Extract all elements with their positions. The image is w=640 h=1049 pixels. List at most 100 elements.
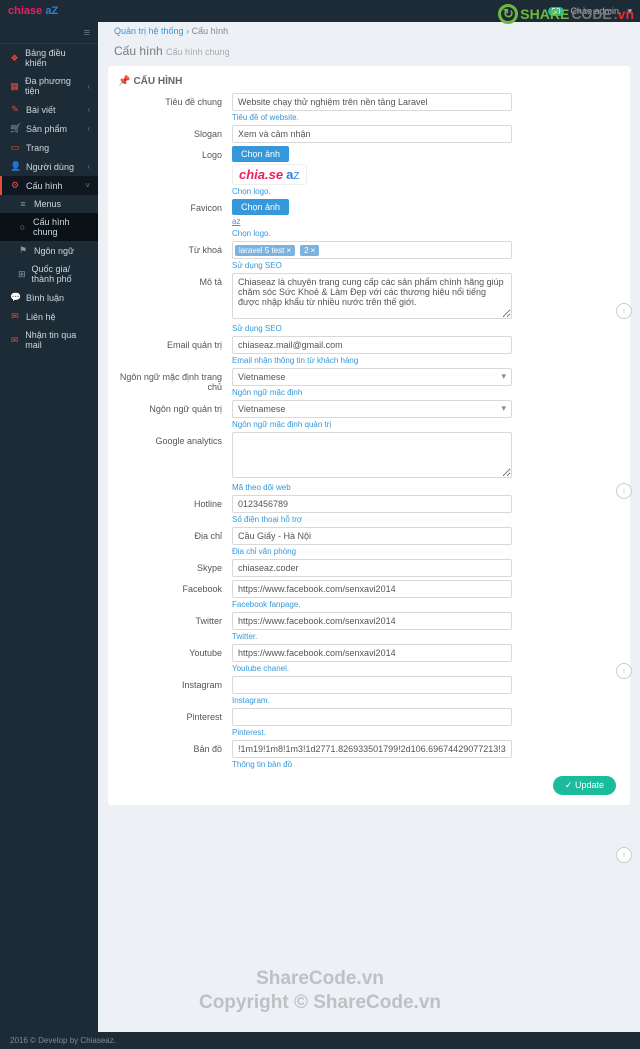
page-title: Cấu hình Cấu hình chung — [104, 40, 634, 66]
sidebar-item-comments[interactable]: 💬Bình luận — [0, 288, 98, 307]
chevron-left-icon: ‹ — [87, 105, 90, 114]
edit-icon: ✎ — [10, 104, 20, 115]
chevron-left-icon: ‹ — [87, 162, 90, 171]
label-youtube: Youtube — [118, 644, 232, 658]
menu-icon: ≡ — [84, 27, 90, 39]
skype-input[interactable] — [232, 559, 512, 577]
tags-input[interactable]: laravel 5 test× 2× — [232, 241, 512, 259]
flag-icon: ⚑ — [18, 245, 28, 256]
site-lang-select[interactable]: Vietnamese — [232, 368, 512, 386]
arrow-up-icon: ↑ — [622, 850, 627, 860]
sidebar-item-dashboard[interactable]: ❖Bảng điều khiển — [0, 44, 98, 72]
address-input[interactable] — [232, 527, 512, 545]
admin-lang-select[interactable]: Vietnamese — [232, 400, 512, 418]
sidebar-sub-language[interactable]: ⚑Ngôn ngữ — [0, 241, 98, 260]
mail-icon: ✉ — [10, 311, 20, 322]
logo-preview: chia.se aZ — [232, 164, 307, 185]
breadcrumb: Quản trị hệ thống › Cấu hình — [104, 22, 634, 40]
help-text: Twitter. — [232, 630, 620, 641]
scroll-top-button[interactable]: ↑ — [616, 303, 632, 319]
choose-logo-button[interactable]: Chọn ảnh — [232, 146, 289, 162]
sidebar-sub-general-config[interactable]: ○Cấu hình chung — [0, 213, 98, 241]
help-text: Email nhận thông tin từ khách hàng — [232, 354, 620, 365]
chevron-down-icon: ˅ — [85, 181, 90, 190]
arrow-up-icon: ↑ — [622, 306, 627, 316]
sidebar: ≡ ❖Bảng điều khiển ▦Đa phương tiện‹ ✎Bài… — [0, 22, 98, 1032]
tag: 2× — [300, 245, 319, 256]
tag-remove-icon[interactable]: × — [286, 246, 291, 255]
arrow-up-icon: ↑ — [622, 486, 627, 496]
instagram-input[interactable] — [232, 676, 512, 694]
label-admin-lang: Ngôn ngữ quản trị — [118, 400, 232, 414]
sidebar-item-media[interactable]: ▦Đa phương tiện‹ — [0, 72, 98, 100]
help-text: Địa chỉ văn phòng — [232, 545, 620, 556]
label-address: Địa chỉ — [118, 527, 232, 541]
description-textarea[interactable]: Chiaseaz là chuyên trang cung cấp các sả… — [232, 273, 512, 319]
label-twitter: Twitter — [118, 612, 232, 626]
map-input[interactable] — [232, 740, 512, 758]
list-icon: ≡ — [18, 199, 28, 209]
help-text: Chọn logo. — [232, 185, 620, 196]
chevron-left-icon: ‹ — [87, 82, 90, 91]
favicon-preview: az — [232, 217, 240, 226]
pin-icon: 📌 — [118, 76, 130, 87]
breadcrumb-link[interactable]: Quản trị hệ thống — [114, 26, 184, 36]
footer: 2016 © Develop by Chiaseaz. — [0, 1032, 640, 1049]
label-keywords: Từ khoá — [118, 241, 232, 255]
scroll-top-button[interactable]: ↑ — [616, 663, 632, 679]
update-button[interactable]: ✓ Update — [553, 776, 616, 795]
youtube-input[interactable] — [232, 644, 512, 662]
help-text: Pinterest. — [232, 726, 620, 737]
tag: laravel 5 test× — [235, 245, 295, 256]
help-text: Ngôn ngữ mặc định — [232, 386, 620, 397]
help-text: Chọn logo. — [232, 227, 620, 238]
brand-logo[interactable]: chiase aZ — [8, 5, 58, 17]
sidebar-sub-country[interactable]: ⊞Quốc gia/ thành phố — [0, 260, 98, 288]
sharecode-watermark-logo: SHARECODE.vn — [498, 4, 634, 24]
sidebar-item-products[interactable]: 🛒Sản phẩm‹ — [0, 119, 98, 138]
choose-favicon-button[interactable]: Chọn ảnh — [232, 199, 289, 215]
help-text: Instagram. — [232, 694, 620, 705]
pinterest-input[interactable] — [232, 708, 512, 726]
sidebar-item-newsletter[interactable]: ✉Nhận tin qua mail — [0, 326, 98, 354]
ga-textarea[interactable] — [232, 432, 512, 478]
hotline-input[interactable] — [232, 495, 512, 513]
help-text: Youtube chanel. — [232, 662, 620, 673]
scroll-top-button[interactable]: ↑ — [616, 483, 632, 499]
help-text: Số điện thoại hỗ trợ — [232, 513, 620, 524]
sidebar-toggle[interactable]: ≡ — [0, 22, 98, 44]
sidebar-item-posts[interactable]: ✎Bài viết‹ — [0, 100, 98, 119]
dashboard-icon: ❖ — [10, 53, 19, 64]
help-text: Sử dụng SEO — [232, 259, 620, 270]
chevron-left-icon: ‹ — [87, 124, 90, 133]
mail-icon: ✉ — [10, 335, 19, 346]
label-pinterest: Pinterest — [118, 708, 232, 722]
gear-icon: ⚙ — [10, 180, 20, 191]
email-input[interactable] — [232, 336, 512, 354]
main-content: Quản trị hệ thống › Cấu hình Cấu hình Cấ… — [98, 22, 640, 1032]
help-text: Sử dụng SEO — [232, 322, 620, 333]
label-favicon: Favicon — [118, 199, 232, 213]
slogan-input[interactable] — [232, 125, 512, 143]
sidebar-item-users[interactable]: 👤Người dùng‹ — [0, 157, 98, 176]
cart-icon: 🛒 — [10, 123, 20, 134]
sidebar-item-pages[interactable]: ▭Trang — [0, 138, 98, 157]
twitter-input[interactable] — [232, 612, 512, 630]
label-email: Email quản trị — [118, 336, 232, 350]
label-map: Bản đồ — [118, 740, 232, 754]
label-title: Tiêu đề chung — [118, 93, 232, 107]
media-icon: ▦ — [10, 81, 19, 92]
comment-icon: 💬 — [10, 292, 20, 303]
label-hotline: Hotline — [118, 495, 232, 509]
sidebar-item-config[interactable]: ⚙Cấu hình˅ — [0, 176, 98, 195]
panel-title: 📌CẤU HÌNH — [118, 76, 620, 93]
title-input[interactable] — [232, 93, 512, 111]
sidebar-item-contact[interactable]: ✉Liên hệ — [0, 307, 98, 326]
scroll-top-button[interactable]: ↑ — [616, 847, 632, 863]
facebook-input[interactable] — [232, 580, 512, 598]
help-text: Thông tin bản đồ — [232, 758, 620, 769]
help-text: Ngôn ngữ mặc định quản trị — [232, 418, 620, 429]
tag-remove-icon[interactable]: × — [311, 246, 316, 255]
sidebar-sub-menus[interactable]: ≡Menus — [0, 195, 98, 213]
label-ga: Google analytics — [118, 432, 232, 446]
